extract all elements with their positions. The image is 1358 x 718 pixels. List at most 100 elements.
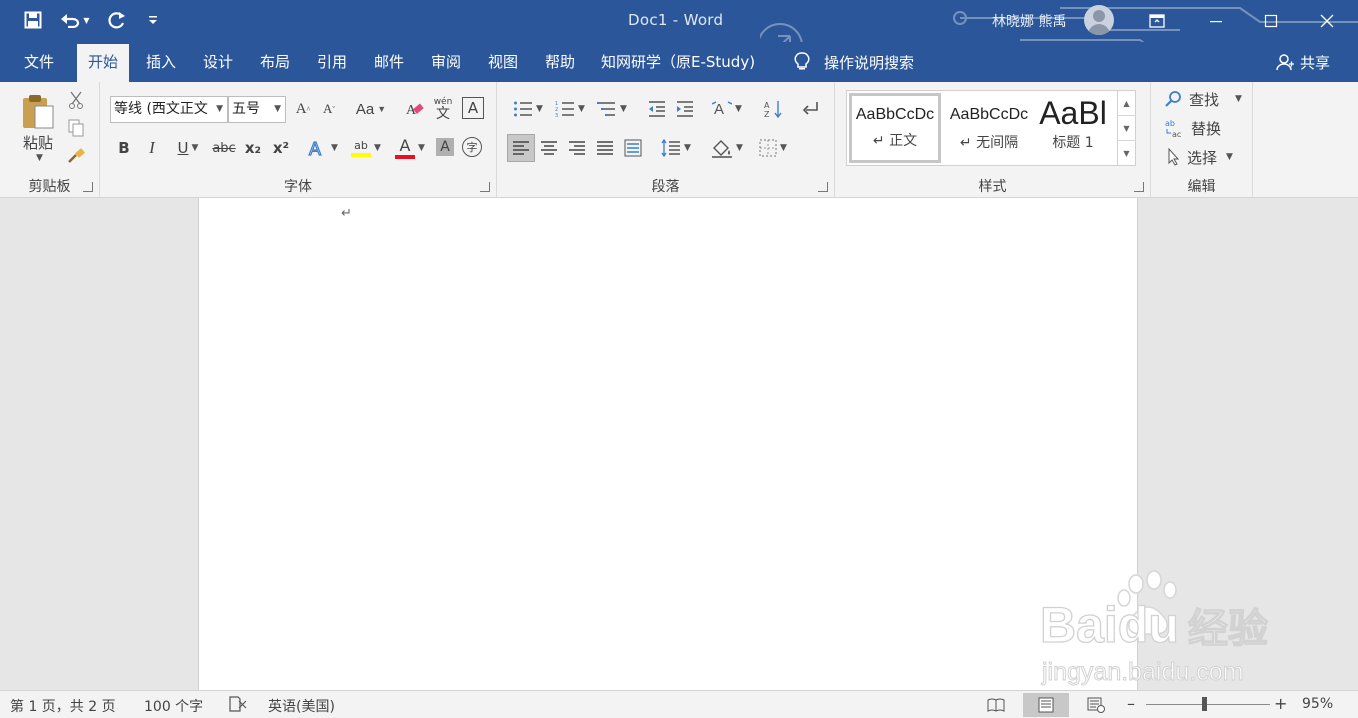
numbering-button[interactable]: 1 2 3 ▼ (551, 96, 589, 122)
line-spacing-button[interactable]: ▼ (657, 135, 695, 161)
borders-button[interactable]: ▼ (753, 135, 793, 161)
highlight-button[interactable]: ab ▼ (346, 135, 386, 161)
sort-icon[interactable]: AZ (761, 96, 785, 122)
numbering-icon: 123 (555, 101, 575, 118)
shading-button[interactable]: ▼ (707, 135, 747, 161)
character-border-button[interactable]: A (462, 97, 484, 119)
tab-design[interactable]: 设计 (192, 42, 244, 82)
document-page[interactable]: ↵ (198, 198, 1138, 690)
tab-file[interactable]: 文件 (13, 42, 65, 82)
zoom-slider[interactable] (1146, 704, 1270, 705)
subscript-button[interactable]: x₂ (242, 135, 264, 161)
zoom-slider-thumb[interactable] (1202, 697, 1207, 711)
superscript-button[interactable]: x² (270, 135, 292, 161)
minimize-icon[interactable] (1203, 8, 1229, 34)
undo-icon[interactable]: ▼ (58, 9, 92, 31)
tab-view[interactable]: 视图 (477, 42, 529, 82)
strikethrough-button[interactable]: abc (210, 135, 238, 161)
styles-launcher-icon[interactable] (1134, 182, 1144, 192)
tab-references[interactable]: 引用 (306, 42, 358, 82)
tab-help[interactable]: 帮助 (534, 42, 586, 82)
maximize-icon[interactable] (1258, 8, 1284, 34)
tab-review[interactable]: 审阅 (420, 42, 472, 82)
multilevel-list-icon (597, 102, 616, 116)
read-mode-icon[interactable] (980, 693, 1012, 717)
text-effects-button[interactable]: A ▼ (304, 135, 342, 161)
shrink-font-button[interactable]: Aˇ (318, 96, 340, 122)
font-launcher-icon[interactable] (480, 182, 490, 192)
character-shading-button[interactable]: A (436, 138, 454, 156)
svg-text:A: A (714, 101, 724, 118)
phonetic-guide-button[interactable]: wén 文 (432, 94, 454, 124)
font-name-combo[interactable]: 等线 (西文正文 ▼ (110, 96, 228, 123)
print-layout-icon[interactable] (1023, 693, 1069, 717)
align-left-icon[interactable] (507, 134, 535, 162)
close-icon[interactable] (1314, 8, 1340, 34)
multilevel-list-button[interactable]: ▼ (593, 96, 631, 122)
style-heading-1[interactable]: AaBl 标题 1 (1029, 93, 1117, 163)
quick-access-toolbar: ▼ (22, 9, 164, 31)
find-button[interactable]: 查找 ▼ (1165, 88, 1242, 110)
share-button[interactable]: 共享 (1276, 42, 1330, 82)
distributed-icon[interactable] (621, 135, 645, 161)
person-icon (1276, 54, 1294, 71)
enclose-characters-button[interactable]: 字 (462, 137, 482, 157)
bullets-icon (514, 101, 533, 117)
copy-icon[interactable] (66, 118, 86, 138)
tab-layout[interactable]: 布局 (249, 42, 301, 82)
gallery-down-icon[interactable]: ▼ (1118, 116, 1135, 141)
style-normal[interactable]: AaBbCcDc ↵ 正文 (849, 93, 941, 163)
replace-icon: ab ac (1165, 119, 1181, 138)
clear-formatting-icon[interactable]: A (404, 96, 426, 122)
gallery-up-icon[interactable]: ▲ (1118, 91, 1135, 116)
align-center-icon[interactable] (537, 135, 561, 161)
tab-home[interactable]: 开始 (77, 44, 130, 82)
avatar[interactable] (1084, 5, 1114, 35)
font-color-button[interactable]: A ▼ (390, 135, 430, 161)
change-case-button[interactable]: Aa ▼ (352, 96, 390, 122)
svg-text:ab: ab (1165, 119, 1175, 128)
format-painter-icon[interactable] (66, 146, 86, 166)
bold-button[interactable]: B (114, 135, 134, 161)
clipboard-launcher-icon[interactable] (83, 182, 93, 192)
decrease-indent-icon[interactable] (645, 96, 669, 122)
tab-mailings[interactable]: 邮件 (363, 42, 415, 82)
zoom-level[interactable]: 95% (1302, 696, 1333, 712)
word-count[interactable]: 100 个字 (144, 696, 203, 716)
ribbon-display-options-icon[interactable] (1144, 8, 1170, 34)
gallery-more-icon[interactable]: ▼ (1118, 141, 1135, 166)
paste-button[interactable]: 粘贴 ▼ (14, 88, 62, 168)
justify-icon[interactable] (593, 135, 617, 161)
paragraph-launcher-icon[interactable] (818, 182, 828, 192)
tell-me-search[interactable]: 操作说明搜索 (794, 42, 914, 82)
underline-button[interactable]: U ▼ (170, 135, 206, 161)
highlight-icon: ab (354, 138, 368, 152)
zoom-in-button[interactable]: + (1274, 694, 1287, 713)
phonetic-guide-bottom: 文 (436, 105, 450, 122)
increase-indent-icon[interactable] (673, 96, 697, 122)
show-marks-icon[interactable] (799, 96, 823, 122)
language[interactable]: 英语(美国) (268, 696, 335, 716)
web-layout-icon[interactable] (1080, 693, 1112, 717)
replace-button[interactable]: ab ac 替换 (1165, 117, 1221, 139)
tell-me-label: 操作说明搜索 (824, 53, 915, 72)
zoom-out-button[interactable]: – (1127, 694, 1135, 713)
tab-insert[interactable]: 插入 (135, 42, 187, 82)
user-name[interactable]: 林晓娜 熊禹 (992, 11, 1066, 31)
align-right-icon[interactable] (565, 135, 589, 161)
chinese-layout-button[interactable]: A ▼ (709, 96, 745, 122)
cut-icon[interactable] (66, 90, 86, 110)
font-size-combo[interactable]: 五号 ▼ (228, 96, 286, 123)
grow-font-button[interactable]: A ^ (292, 96, 314, 122)
style-no-spacing[interactable]: AaBbCcDc ↵ 无间隔 (943, 93, 1035, 163)
tab-e-study[interactable]: 知网研学（原E-Study) (590, 42, 766, 82)
proofing-icon[interactable] (228, 695, 248, 717)
bullets-button[interactable]: ▼ (509, 96, 547, 122)
customize-icon[interactable] (142, 9, 164, 31)
italic-button[interactable]: I (142, 135, 162, 161)
svg-text:ac: ac (1172, 130, 1181, 138)
select-button[interactable]: 选择 ▼ (1165, 146, 1233, 168)
redo-icon[interactable] (106, 9, 128, 31)
page-count[interactable]: 第 1 页，共 2 页 (10, 696, 116, 716)
save-icon[interactable] (22, 9, 44, 31)
